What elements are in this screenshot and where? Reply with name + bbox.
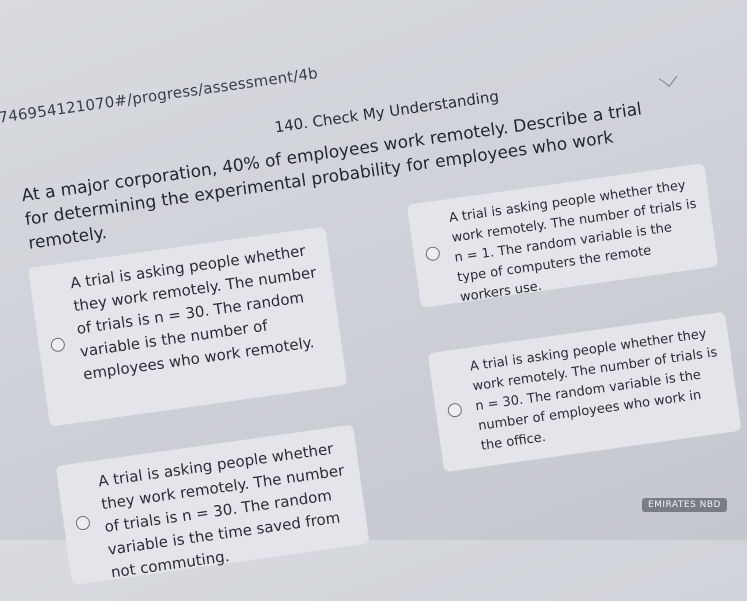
answer-option-c-text: A trial is asking people whether they wo…: [97, 439, 346, 582]
radio-button-a[interactable]: [49, 336, 66, 353]
radio-button-d[interactable]: [446, 402, 463, 419]
photographed-screen: m/?1746954121070#/progress/assessment/4b…: [0, 0, 747, 600]
answer-option-c[interactable]: A trial is asking people whether they wo…: [55, 424, 370, 586]
cursor-icon: [659, 68, 678, 87]
answer-option-d-text: A trial is asking people whether they wo…: [468, 326, 719, 454]
answer-option-a[interactable]: A trial is asking people whether they wo…: [27, 226, 348, 427]
answer-option-a-text: A trial is asking people whether they wo…: [69, 241, 318, 384]
answer-option-b-text: A trial is asking people whether they wo…: [448, 177, 698, 306]
address-bar-url[interactable]: m/?1746954121070#/progress/assessment/4b: [0, 64, 319, 132]
answer-option-d[interactable]: A trial is asking people whether they wo…: [427, 311, 742, 473]
radio-button-b[interactable]: [424, 245, 441, 262]
brand-logo: EMIRATES NBD: [641, 498, 727, 512]
radio-button-c[interactable]: [74, 515, 91, 531]
